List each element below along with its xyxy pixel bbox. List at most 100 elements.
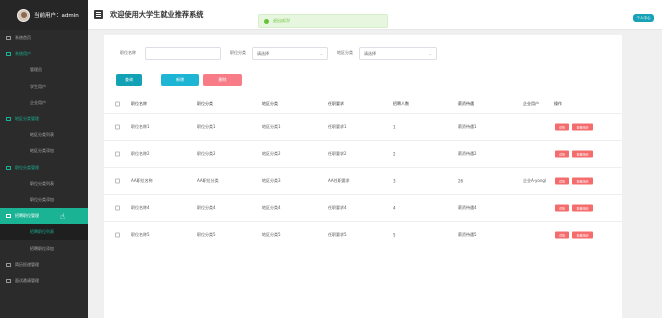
briefcase-icon (6, 214, 11, 219)
category-icon (6, 165, 11, 170)
column-header: 操作 (554, 101, 562, 106)
table-row: 职位名称1 职位分类1 地区分类1 任职要求1 1 薪资待遇1 详情 查看简历 (104, 113, 622, 140)
row-checkbox[interactable] (115, 151, 120, 157)
top-header: 欢迎使用大学生就业推荐系统 退出成功! 个人中心 (88, 0, 662, 30)
sidebar-item-interview-mgmt[interactable]: 面试邀请管理 (0, 273, 88, 289)
headcount-cell: 1 (393, 124, 396, 130)
requirement-cell: 任职要求2 (328, 151, 347, 156)
search-bar: 职位名称 职位分类 请选择 ⌄ 地区分类 请选择 ⌄ (104, 47, 622, 60)
delete-button[interactable]: 删除 (203, 74, 242, 86)
detail-button[interactable]: 详情 (555, 177, 569, 185)
sidebar-item-jobcat-list[interactable]: 职位分类列表 (0, 176, 88, 192)
sidebar: 当前用户：admin 系统首页 系统用户 管理员 学生用户 企业用户 地区分类管… (0, 0, 88, 318)
region-cell: 地区分类2 (262, 151, 281, 156)
current-user-label: 当前用户：admin (34, 13, 79, 19)
requirement-cell: 任职要求5 (328, 232, 347, 237)
sidebar-item-region-add[interactable]: 地区分类添加 (0, 143, 88, 159)
column-header: 职位分类 (197, 101, 213, 106)
home-icon (6, 36, 11, 41)
table-row: 职位名称2 职位分类2 地区分类2 任职要求2 2 薪资待遇2 详情 查看简历 (104, 140, 622, 167)
sidebar-item-jobcat-mgmt[interactable]: 职位分类管理 (0, 160, 88, 176)
job-category-cell: 职位分类1 (197, 124, 216, 129)
search-button[interactable]: 查询 (116, 74, 142, 86)
job-name-cell: 职位名称2 (131, 151, 150, 156)
job-name-input[interactable] (145, 47, 221, 60)
add-button[interactable]: 新增 (161, 74, 199, 86)
company-cell: 企业A-yongl (523, 178, 547, 183)
column-header: 地区分类 (262, 101, 278, 106)
requirement-cell: 任职要求4 (328, 205, 347, 210)
view-resume-button[interactable]: 查看简历 (572, 204, 593, 212)
job-name-label: 职位名称 (120, 50, 136, 55)
page-title: 欢迎使用大学生就业推荐系统 (110, 10, 204, 19)
job-category-cell: 职位分类5 (197, 232, 216, 237)
headcount-cell: 4 (393, 205, 396, 211)
job-category-cell: AA职位分类 (197, 178, 219, 183)
salary-cell: 26 (458, 178, 464, 184)
sidebar-item-jobcat-add[interactable]: 职位分类添加 (0, 192, 88, 208)
region-category-label: 地区分类 (337, 50, 353, 55)
sidebar-item-system-users[interactable]: 系统用户 (0, 46, 88, 62)
sidebar-item-home[interactable]: 系统首页 (0, 30, 88, 46)
region-cell: 地区分类1 (262, 124, 281, 129)
headcount-cell: 5 (393, 232, 396, 238)
avatar (17, 8, 30, 22)
sidebar-item-region-mgmt[interactable]: 地区分类管理 (0, 111, 88, 127)
region-icon (6, 117, 11, 122)
sidebar-item-region-list[interactable]: 地区分类列表 (0, 127, 88, 143)
row-checkbox[interactable] (115, 205, 120, 211)
sidebar-item-students[interactable]: 学生用户 (0, 79, 88, 95)
sidebar-item-companies[interactable]: 企业用户 (0, 95, 88, 111)
sidebar-item-admin[interactable]: 管理员 (0, 62, 88, 78)
resume-icon (6, 262, 11, 267)
row-checkbox[interactable] (115, 232, 120, 238)
detail-button[interactable]: 详情 (555, 231, 569, 239)
sidebar-item-jobs-add[interactable]: 招聘职位添加 (0, 240, 88, 256)
user-box: 当前用户：admin (0, 0, 88, 30)
content-card: 职位名称 职位分类 请选择 ⌄ 地区分类 请选择 ⌄ 查询 新增 删除 职位名称… (104, 35, 622, 318)
column-header: 薪资待遇 (458, 101, 474, 106)
user-center-button[interactable]: 个人中心 (633, 14, 654, 22)
headcount-cell: 3 (393, 178, 396, 184)
detail-button[interactable]: 详情 (555, 150, 569, 158)
region-cell: 地区分类3 (262, 178, 281, 183)
row-checkbox[interactable] (115, 124, 120, 130)
view-resume-button[interactable]: 查看简历 (572, 177, 593, 185)
interview-icon (6, 278, 11, 283)
column-header: 招聘人数 (393, 101, 409, 106)
sidebar-item-jobs-mgmt[interactable]: 招聘职位管理 ☝ (0, 208, 88, 225)
view-resume-button[interactable]: 查看简历 (572, 231, 593, 239)
job-name-cell: 职位名称1 (131, 124, 150, 129)
region-category-select[interactable]: 请选择 ⌄ (359, 47, 437, 60)
job-category-cell: 职位分类4 (197, 205, 216, 210)
row-checkbox[interactable] (115, 178, 120, 184)
sidebar-item-jobs-list[interactable]: 招聘职位列表 (0, 224, 88, 241)
users-icon (6, 52, 11, 57)
column-header: 企业用户 (523, 101, 539, 106)
detail-button[interactable]: 详情 (555, 204, 569, 212)
job-category-label: 职位分类 (230, 50, 246, 55)
sidebar-item-resume-mgmt[interactable]: 简历投递管理 (0, 257, 88, 273)
menu-toggle-icon[interactable] (94, 10, 103, 19)
headcount-cell: 2 (393, 151, 396, 157)
chevron-down-icon: ⌄ (319, 51, 323, 56)
check-circle-icon (264, 19, 269, 24)
select-all-checkbox[interactable] (115, 101, 120, 107)
region-cell: 地区分类4 (262, 205, 281, 210)
success-toast: 退出成功! (258, 14, 388, 28)
column-header: 职位名称 (131, 101, 147, 106)
jobs-table: 职位名称 职位分类 地区分类 任职要求 招聘人数 薪资待遇 企业用户 操作 职位… (104, 95, 622, 248)
requirement-cell: AA任职要求 (328, 178, 350, 183)
detail-button[interactable]: 详情 (555, 123, 569, 131)
region-cell: 地区分类5 (262, 232, 281, 237)
view-resume-button[interactable]: 查看简历 (572, 150, 593, 158)
requirement-cell: 任职要求1 (328, 124, 347, 129)
salary-cell: 薪资待遇5 (458, 232, 477, 237)
salary-cell: 薪资待遇1 (458, 124, 477, 129)
job-name-cell: AA职位名称 (131, 178, 153, 183)
job-name-cell: 职位名称4 (131, 205, 150, 210)
view-resume-button[interactable]: 查看简历 (572, 123, 593, 131)
salary-cell: 薪资待遇4 (458, 205, 477, 210)
job-category-select[interactable]: 请选择 ⌄ (252, 47, 328, 60)
sidebar-menu: 系统首页 系统用户 管理员 学生用户 企业用户 地区分类管理 地区分类列表 地区… (0, 30, 88, 289)
